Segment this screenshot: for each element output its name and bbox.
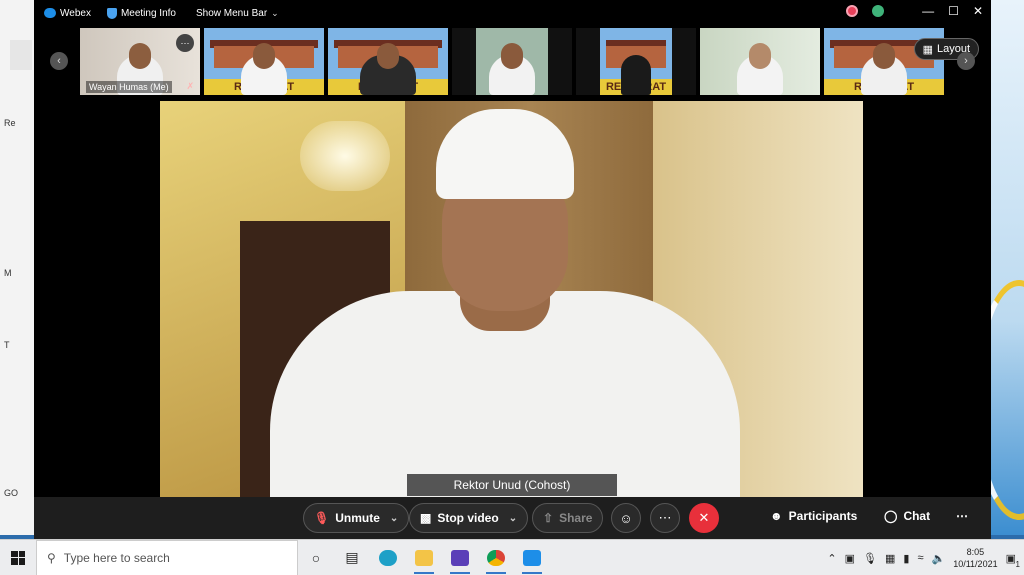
stop-video-label: Stop video (437, 511, 499, 525)
more-options-icon[interactable]: ⋯ (176, 34, 194, 52)
participant-avatar (621, 55, 651, 95)
background-window-label: GO (4, 488, 19, 498)
participant-face (501, 43, 523, 69)
participants-icon: ☻ (770, 509, 783, 523)
file-explorer-icon[interactable] (406, 540, 442, 575)
webex-logo-icon (44, 8, 56, 18)
leave-meeting-button[interactable]: ✕ (689, 503, 719, 533)
background-window-label: Re (4, 118, 16, 128)
battery-icon[interactable]: ▮ (903, 552, 909, 565)
title-bar: Webex Meeting Info Show Menu Bar ⌄ — ☐ ✕ (34, 0, 991, 26)
chevron-up-icon[interactable]: ⌃ (827, 552, 836, 565)
background-window-label: T (4, 340, 10, 350)
show-menu-bar-button[interactable]: Show Menu Bar ⌄ (196, 8, 279, 19)
participant-face (749, 43, 771, 69)
share-icon: ⇧ (543, 511, 554, 525)
media-app-icon[interactable] (442, 540, 478, 575)
participant-name: Wayan Humas (Me) (86, 81, 172, 93)
search-placeholder: Type here to search (63, 550, 170, 565)
background-window-label: M (4, 268, 12, 278)
layout-icon: ▦ (922, 43, 933, 56)
active-speaker-video[interactable] (160, 101, 863, 497)
chat-button[interactable]: ◯ Chat (884, 509, 930, 523)
participant-filmstrip: ‹ ⋯ Wayan Humas (Me) ✗ REKTORAT REKTORAT (34, 26, 991, 98)
windows-taskbar: ⚲ Type here to search ○ ▤ ⌃ ▣ 🎙 ▦ ▮ ≈ 🔈 … (0, 539, 1024, 575)
video-camera-icon: ▩ (420, 511, 432, 525)
show-menu-bar-label: Show Menu Bar (196, 7, 268, 19)
minimize-icon[interactable]: — (922, 4, 934, 18)
volume-icon[interactable]: 🔈 (932, 552, 946, 565)
participant-tile[interactable] (700, 28, 820, 95)
participant-tile[interactable] (452, 28, 572, 95)
system-tray: ⌃ ▣ 🎙 ▦ ▮ ≈ 🔈 8:05 10/11/2021 ▣ 1 (827, 540, 1024, 575)
close-icon[interactable]: ✕ (973, 4, 983, 18)
chevron-down-icon: ⌄ (271, 7, 279, 18)
participant-face (377, 43, 399, 69)
notifications-icon[interactable]: ▣ 1 (1006, 552, 1020, 569)
muted-mic-icon: 🎙 (314, 511, 330, 525)
participant-tile-self[interactable]: ⋯ Wayan Humas (Me) ✗ (80, 28, 200, 95)
meet-now-icon[interactable]: ▣ (845, 552, 855, 565)
taskbar-search-box[interactable]: ⚲ Type here to search (36, 539, 298, 575)
edge-browser-icon[interactable] (370, 540, 406, 575)
search-icon: ⚲ (47, 550, 56, 565)
stop-video-button[interactable]: ▩ Stop video ⌄ (409, 503, 529, 533)
maximize-icon[interactable]: ☐ (948, 4, 959, 18)
desktop-wallpaper-right (974, 0, 1024, 535)
speaker-name-label: Rektor Unud (Cohost) (407, 474, 617, 496)
participant-tile[interactable]: REKTORAT (576, 28, 696, 95)
participant-face (129, 43, 151, 69)
meeting-info-button[interactable]: Meeting Info (106, 7, 176, 19)
share-label: Share (559, 511, 593, 525)
chat-label: Chat (903, 509, 931, 523)
windows-logo-icon (11, 550, 25, 565)
notification-count: 1 (1015, 559, 1020, 569)
network-health-icon[interactable] (872, 5, 885, 17)
chevron-right-icon[interactable]: › (957, 52, 975, 70)
participant-face (873, 43, 895, 69)
task-manager-icon[interactable]: ▦ (885, 552, 895, 565)
more-options-icon[interactable]: ⋯ (650, 503, 680, 533)
taskbar-clock[interactable]: 8:05 10/11/2021 (953, 546, 997, 570)
participant-tile[interactable]: REKTORAT (204, 28, 324, 95)
chevron-down-icon[interactable]: ⌄ (509, 513, 517, 524)
webex-taskbar-icon[interactable] (514, 540, 550, 575)
participants-button[interactable]: ☻ Participants (770, 509, 857, 523)
cortana-icon[interactable]: ○ (298, 540, 334, 575)
video-lamp-glow (300, 121, 390, 191)
meeting-controls-bar: 🎙 Unmute ⌄ ▩ Stop video ⌄ ⇧ Share ☺ ⋯ ✕ … (34, 497, 991, 540)
task-view-icon[interactable]: ▤ (334, 540, 370, 575)
app-name: Webex (60, 7, 91, 19)
share-button[interactable]: ⇧ Share (532, 503, 604, 533)
background-window-element (10, 40, 32, 70)
webex-window: Webex Meeting Info Show Menu Bar ⌄ — ☐ ✕… (34, 0, 991, 540)
shield-icon (106, 7, 117, 19)
meeting-info-label: Meeting Info (120, 7, 176, 19)
participant-face (253, 43, 275, 69)
participants-label: Participants (788, 509, 858, 523)
chevron-down-icon[interactable]: ⌄ (390, 513, 398, 524)
webex-app-menu[interactable]: Webex (44, 8, 91, 19)
muted-mic-icon: ✗ (186, 81, 194, 91)
unmute-button[interactable]: 🎙 Unmute ⌄ (303, 503, 410, 533)
wifi-icon[interactable]: ≈ (917, 552, 923, 564)
unmute-label: Unmute (335, 511, 380, 525)
clock-date: 10/11/2021 (953, 559, 998, 569)
reactions-icon[interactable]: ☺ (611, 503, 641, 533)
background-window-left[interactable]: Re M T GO (0, 0, 36, 535)
clock-time: 8:05 (966, 547, 985, 557)
recording-indicator-icon[interactable] (846, 5, 859, 17)
more-panels-icon[interactable]: ⋯ (956, 509, 968, 523)
chrome-icon[interactable] (478, 540, 514, 575)
chat-bubble-icon: ◯ (884, 509, 898, 523)
participant-tile[interactable]: REKTORAT (328, 28, 448, 95)
chevron-left-icon[interactable]: ‹ (50, 52, 68, 70)
start-button[interactable] (0, 540, 36, 575)
microphone-icon[interactable]: 🎙 (863, 552, 877, 565)
